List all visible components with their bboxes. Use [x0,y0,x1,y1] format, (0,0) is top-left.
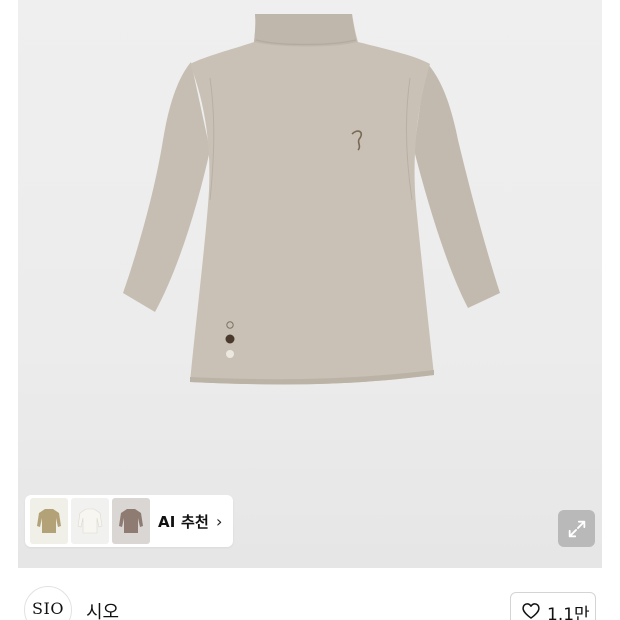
brown-top-icon [119,509,143,533]
ai-recommend-strip[interactable]: AI 추천 › [25,495,233,547]
expand-icon [568,520,585,537]
ivory-top-thumbnail[interactable] [71,498,109,544]
mock-neck-top-image [123,14,500,385]
olive-top-thumbnail[interactable] [30,498,68,544]
like-button[interactable]: 1.1만 [510,592,596,620]
product-photo[interactable] [18,0,602,568]
ivory-top-icon [77,508,103,534]
heart-icon [522,603,540,619]
olive-top-icon [37,509,61,533]
like-count: 1.1만 [547,605,590,620]
ai-recommend-label: AI 추천 [158,512,210,531]
product-image-area: AI 추천 › [0,0,620,568]
chevron-right-icon: › [216,511,223,531]
brand-logo-text: SIO [32,599,64,618]
product-page: AI 추천 › SIO 시오 1.1만 [0,0,620,620]
brown-top-thumbnail[interactable] [112,498,150,544]
brand-name[interactable]: 시오 [86,598,119,620]
expand-button[interactable] [558,510,595,547]
